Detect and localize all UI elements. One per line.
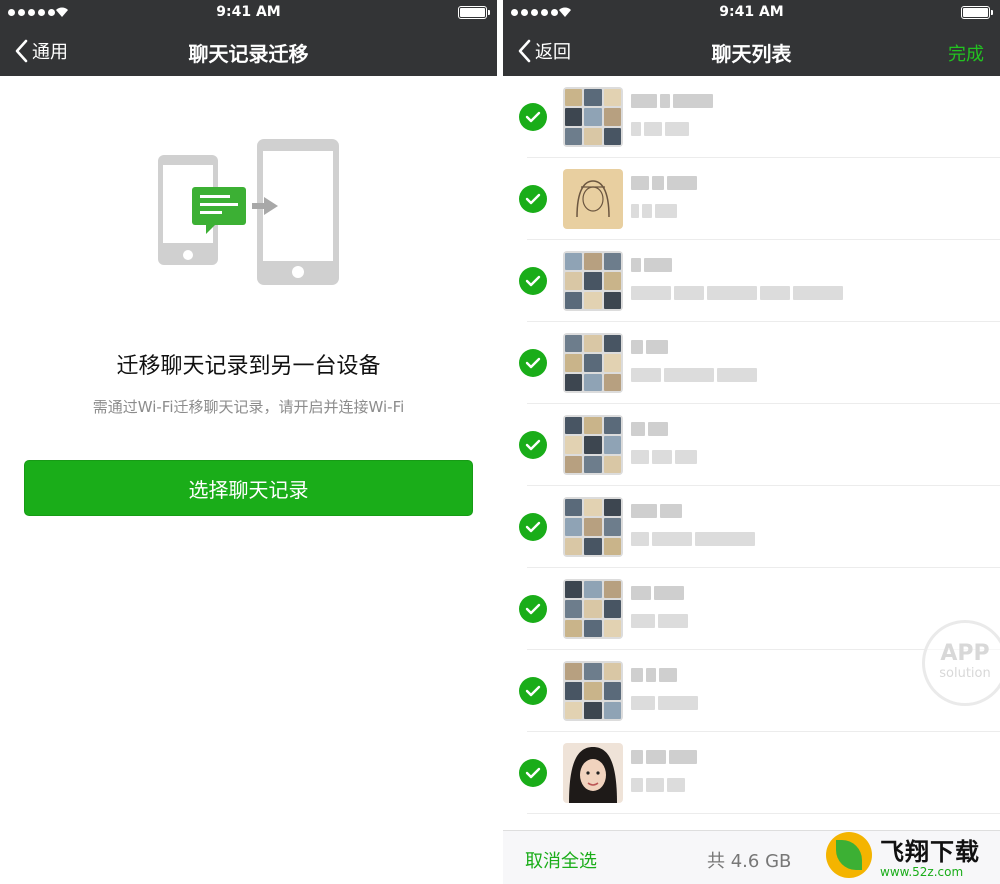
blurred-last-message: [631, 368, 757, 382]
blurred-chat-name: [631, 586, 684, 600]
checkmark-icon[interactable]: [519, 759, 547, 787]
nav-bar: 返回 聊天列表 完成: [503, 26, 1000, 76]
blurred-chat-name: [631, 750, 697, 764]
chat-list-row[interactable]: [503, 486, 1000, 568]
phone-transfer-illustration: [158, 139, 339, 285]
status-time: 9:41 AM: [216, 4, 281, 20]
blurred-last-message: [631, 614, 688, 628]
migration-heading: 迁移聊天记录到另一台设备: [116, 354, 381, 379]
select-chats-button[interactable]: 选择聊天记录: [24, 460, 473, 516]
checkmark-icon[interactable]: [519, 103, 547, 131]
blurred-chat-name: [631, 94, 713, 108]
blurred-last-message: [631, 778, 685, 792]
watermark-line2: solution: [939, 666, 991, 681]
page-title: 聊天列表: [711, 42, 792, 66]
avatar: [563, 87, 623, 147]
avatar: [563, 661, 623, 721]
avatar: [563, 251, 623, 311]
done-button[interactable]: 完成: [948, 40, 984, 66]
chat-list-row[interactable]: [503, 404, 1000, 486]
site-logo: 飞翔下载 www.52z.com: [826, 826, 1000, 884]
blurred-chat-name: [631, 258, 672, 272]
chat-list: [503, 76, 1000, 830]
blurred-chat-name: [631, 176, 697, 190]
page-title: 聊天记录迁移: [188, 42, 309, 66]
blurred-last-message: [631, 204, 677, 218]
status-time: 9:41 AM: [719, 4, 784, 20]
chat-list-row[interactable]: [503, 732, 1000, 814]
avatar: [563, 333, 623, 393]
blurred-last-message: [631, 122, 689, 136]
checkmark-icon[interactable]: [519, 267, 547, 295]
battery-icon: [961, 6, 993, 19]
checkmark-icon[interactable]: [519, 349, 547, 377]
blurred-last-message: [631, 286, 843, 300]
status-bar: 9:41 AM: [503, 0, 1000, 26]
blurred-last-message: [631, 696, 698, 710]
leaf-logo-icon: [826, 832, 872, 878]
blurred-chat-name: [631, 340, 668, 354]
checkmark-icon[interactable]: [519, 595, 547, 623]
checkmark-icon[interactable]: [519, 677, 547, 705]
chat-list-row[interactable]: [503, 158, 1000, 240]
row-separator: [527, 813, 1000, 814]
blurred-last-message: [631, 450, 697, 464]
avatar: [563, 497, 623, 557]
migration-subtitle: 需通过Wi-Fi迁移聊天记录，请开启并连接Wi-Fi: [92, 398, 405, 416]
chat-migration-screen: 9:41 AM 通用 聊天记录迁移 迁移聊天记录到另一台设备 需通过Wi-Fi迁…: [0, 0, 497, 884]
watermark-line1: APP: [940, 641, 990, 666]
total-size-label: 共 4.6 GB: [707, 851, 792, 872]
logo-url: www.52z.com: [880, 864, 964, 879]
app-solution-watermark: APP solution: [922, 620, 1000, 706]
chat-list-row[interactable]: [503, 76, 1000, 158]
avatar: [563, 169, 623, 229]
chat-list-row[interactable]: [503, 322, 1000, 404]
blurred-chat-name: [631, 504, 682, 518]
status-bar: 9:41 AM: [0, 0, 497, 26]
blurred-chat-name: [631, 422, 668, 436]
deselect-all-button[interactable]: 取消全选: [525, 847, 597, 873]
checkmark-icon[interactable]: [519, 513, 547, 541]
avatar: [563, 743, 623, 803]
checkmark-icon[interactable]: [519, 431, 547, 459]
blurred-chat-name: [631, 668, 677, 682]
avatar: [563, 415, 623, 475]
checkmark-icon[interactable]: [519, 185, 547, 213]
nav-bar: 通用 聊天记录迁移: [0, 26, 497, 76]
logo-title: 飞翔下载: [880, 837, 980, 866]
avatar: [563, 579, 623, 639]
battery-icon: [458, 6, 490, 19]
chat-list-row[interactable]: [503, 568, 1000, 650]
chat-list-row[interactable]: [503, 240, 1000, 322]
blurred-last-message: [631, 532, 755, 546]
chat-list-screen: 9:41 AM 返回 聊天列表 完成 APP solution 取消全选 共 4…: [503, 0, 1000, 884]
